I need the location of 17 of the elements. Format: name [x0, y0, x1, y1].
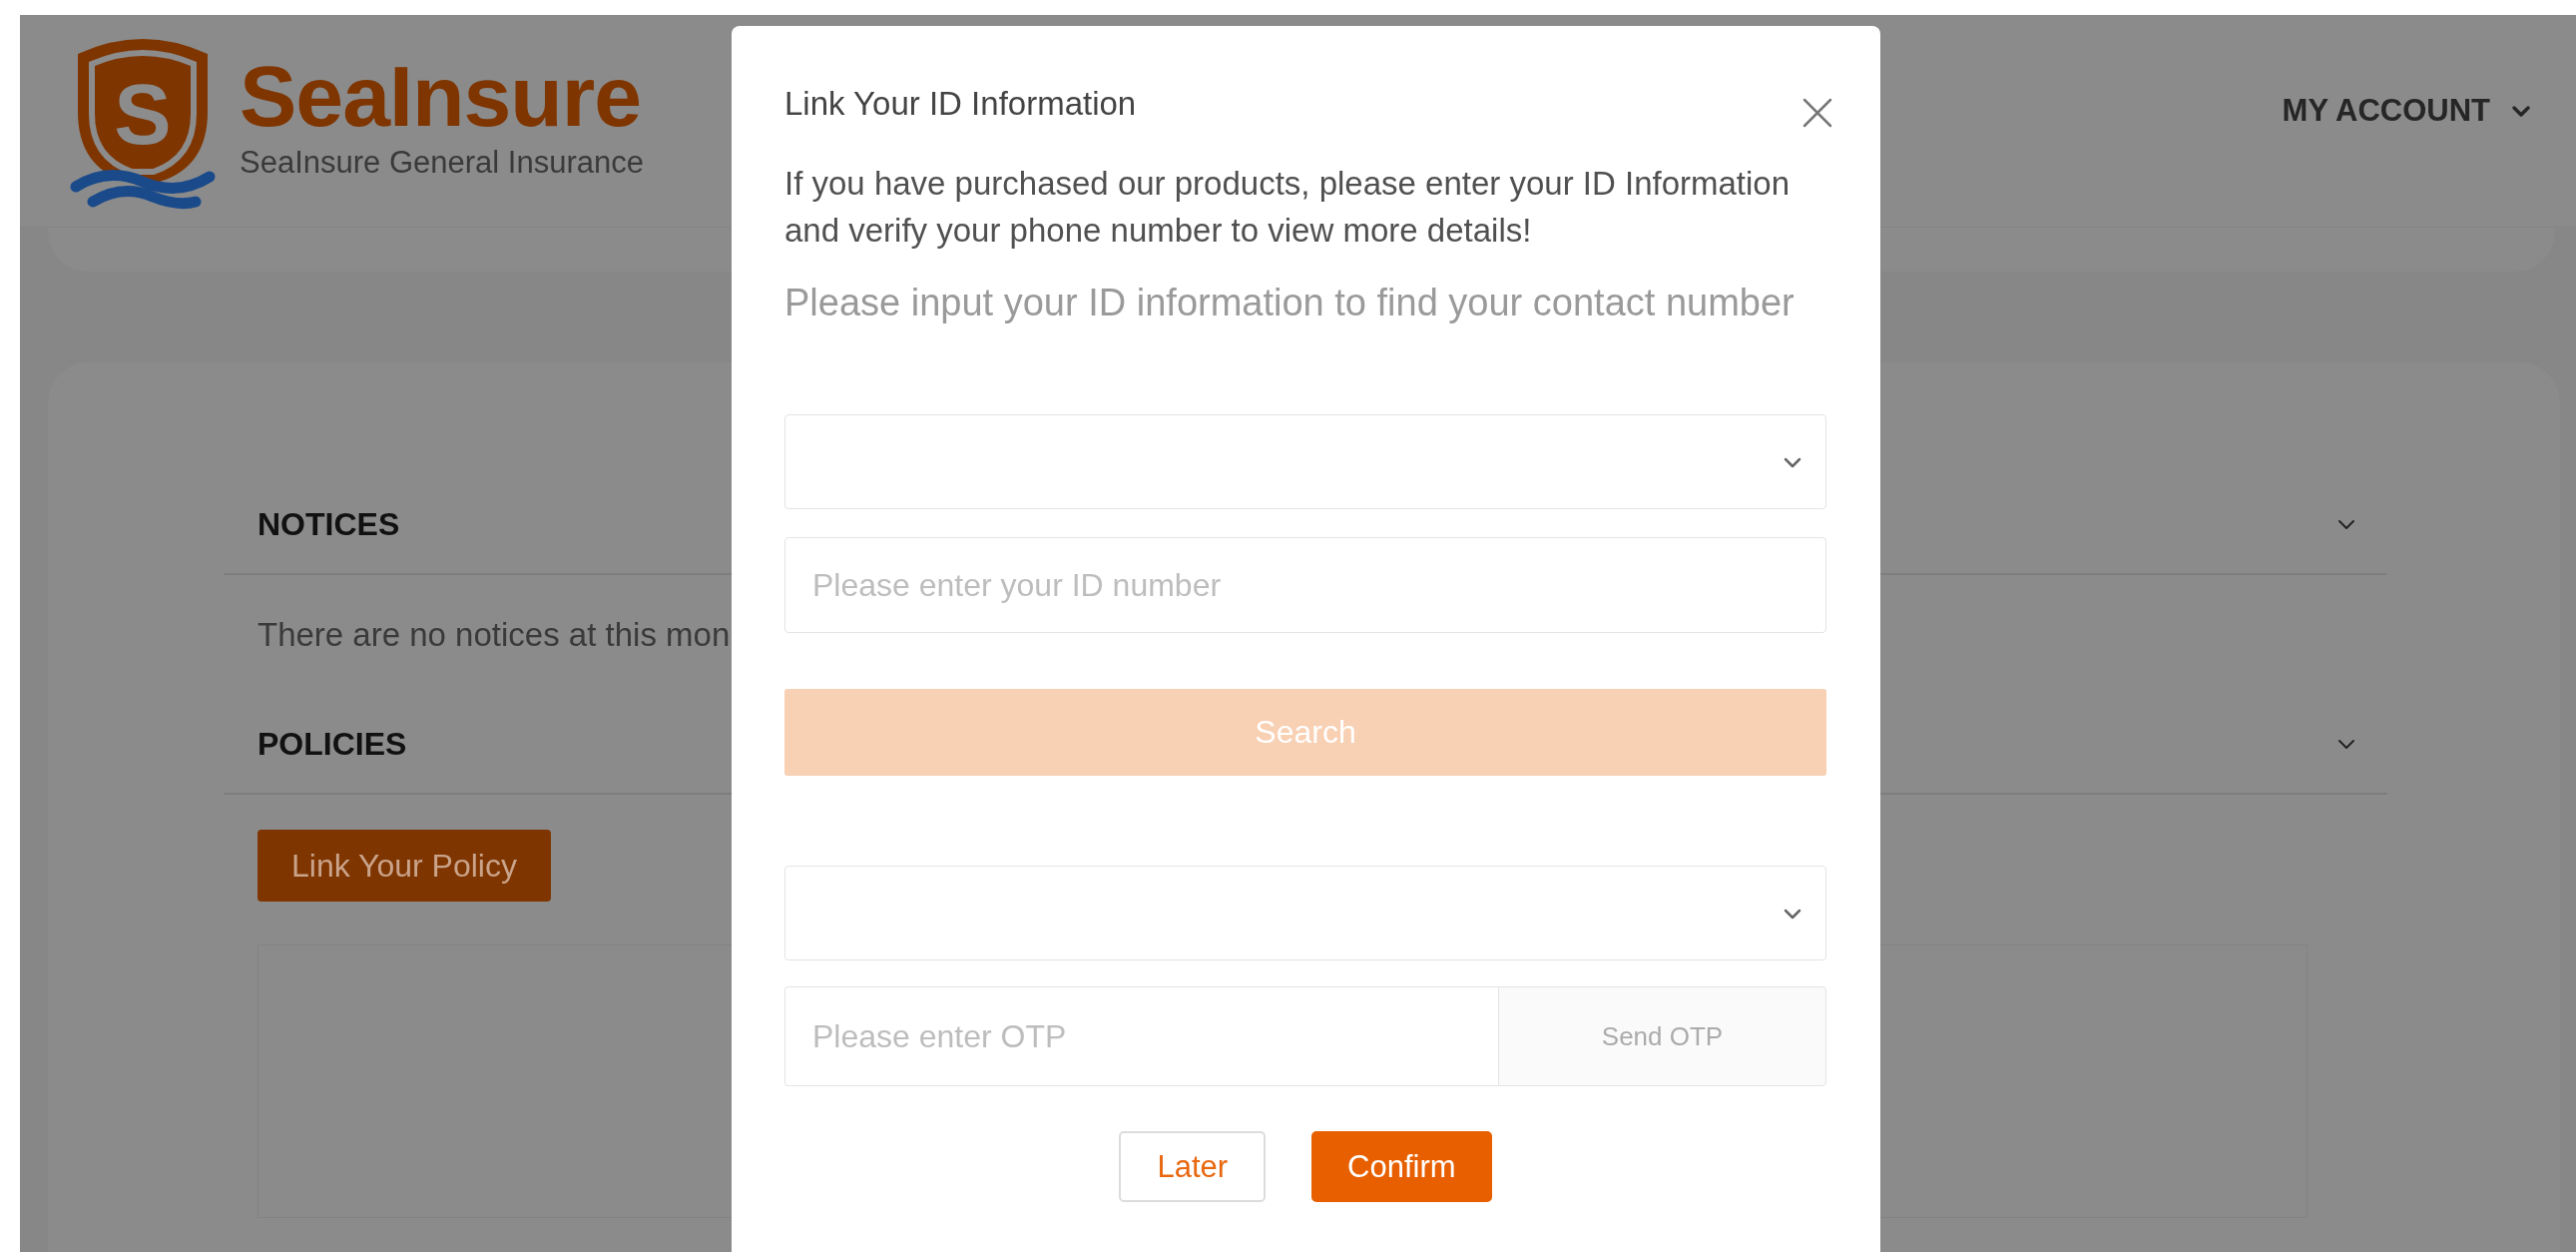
section-title: POLICIES: [258, 725, 407, 763]
confirm-button[interactable]: Confirm: [1311, 1131, 1492, 1202]
close-icon[interactable]: [1803, 98, 1832, 128]
link-policy-button[interactable]: Link Your Policy: [258, 830, 551, 902]
section-title: NOTICES: [258, 505, 400, 543]
dropdown-field[interactable]: [784, 866, 1826, 960]
dialog-title: Link Your ID Information: [784, 86, 1137, 122]
instruction-text: Please input your ID information to find your contact number: [784, 281, 1795, 324]
dialog-description: If you have purchased our products, please enter your ID Information and verify your phone number to view more details!: [784, 164, 1792, 251]
empty-message: There are no notices at this mon: [258, 616, 731, 654]
later-button[interactable]: Later: [1119, 1131, 1267, 1202]
id-number-field[interactable]: Please enter your ID number: [784, 537, 1826, 633]
chevron-down-icon: [2510, 103, 2532, 119]
account-menu[interactable]: MY ACCOUNT: [2282, 93, 2532, 129]
dropdown-field[interactable]: [784, 414, 1826, 509]
logo-wordmark: SeaInsure: [240, 51, 643, 141]
logo-tagline: SeaInsure General Insurance: [240, 145, 644, 181]
